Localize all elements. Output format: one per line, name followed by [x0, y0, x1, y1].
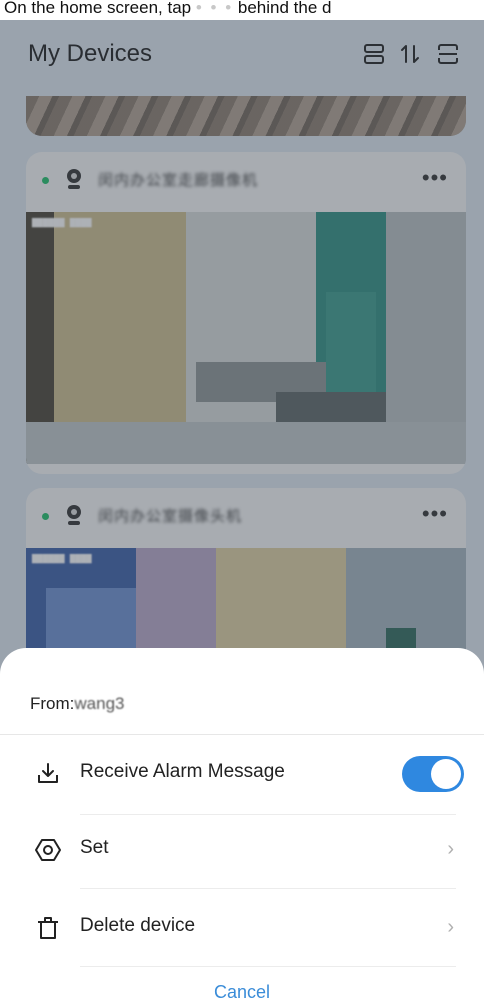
screen: On the home screen, tap • • • behind the… [0, 0, 484, 1008]
divider [80, 966, 456, 967]
toggle-knob [431, 759, 461, 789]
instruction-after: behind the d [237, 0, 332, 17]
instruction-text: On the home screen, tap • • • behind the… [0, 0, 484, 20]
delete-device-label: Delete device [80, 915, 196, 936]
more-dots-icon: • • • [195, 0, 234, 17]
cancel-button[interactable]: Cancel [0, 982, 484, 1003]
settings-ring-icon [34, 836, 62, 864]
download-tray-icon [34, 760, 62, 788]
receive-alarm-row[interactable]: Receive Alarm Message [0, 744, 484, 804]
receive-alarm-toggle[interactable] [402, 756, 464, 792]
divider [0, 734, 484, 735]
set-row[interactable]: Set › [0, 820, 484, 880]
shared-from-label: From:wang3 [30, 694, 125, 714]
receive-alarm-label: Receive Alarm Message [80, 761, 285, 782]
device-options-sheet: From:wang3 Receive Alarm Message Set › D… [0, 648, 484, 1008]
from-user: wang3 [74, 694, 125, 713]
delete-device-row[interactable]: Delete device › [0, 898, 484, 958]
chevron-right-icon: › [447, 838, 454, 860]
trash-icon [34, 914, 62, 942]
set-label: Set [80, 837, 109, 858]
divider [80, 888, 456, 889]
from-label: From: [30, 694, 75, 713]
divider [80, 814, 456, 815]
instruction-before: On the home screen, tap [4, 0, 192, 17]
chevron-right-icon: › [447, 916, 454, 938]
